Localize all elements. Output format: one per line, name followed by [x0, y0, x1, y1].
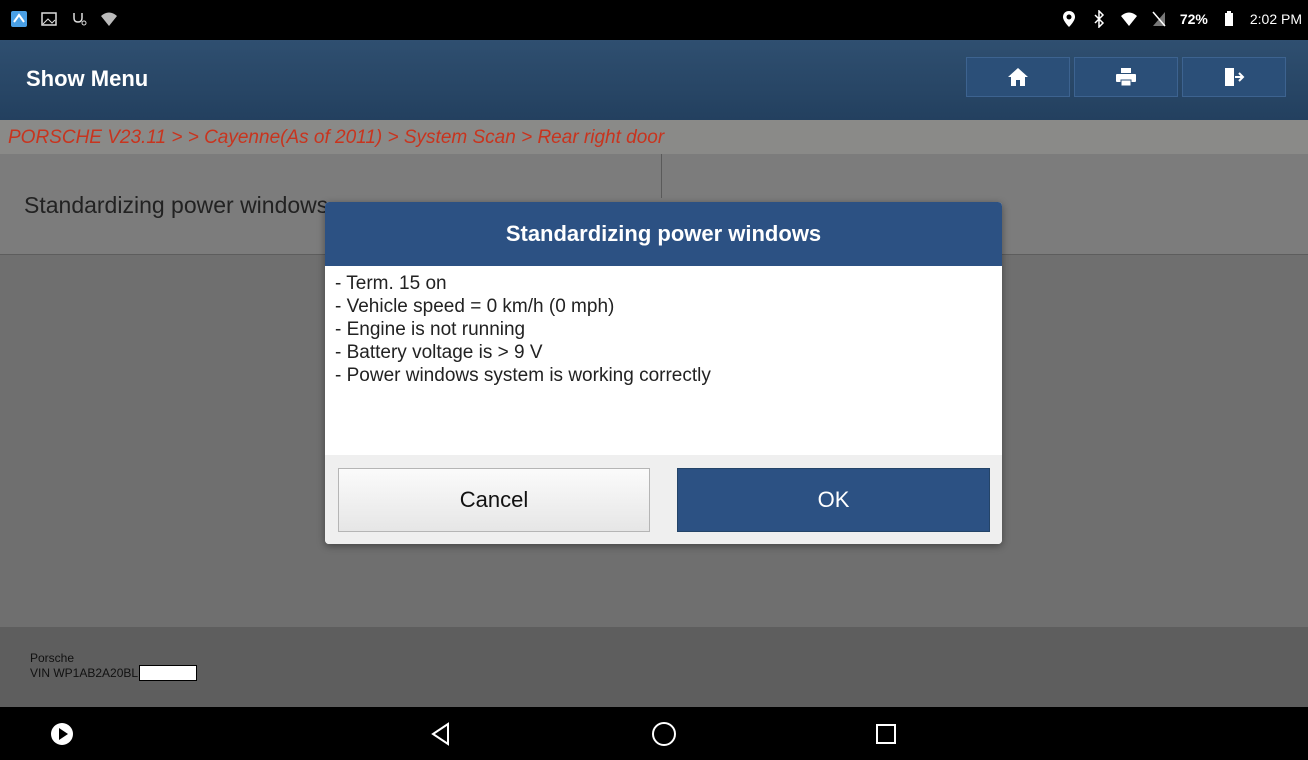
dialog-line: - Term. 15 on: [335, 273, 447, 294]
dialog-line: - Battery voltage is > 9 V: [335, 342, 543, 363]
show-menu-title[interactable]: Show Menu: [26, 66, 148, 92]
dialog-line: - Vehicle speed = 0 km/h (0 mph): [335, 296, 615, 317]
dialog-title: Standardizing power windows: [325, 202, 1002, 266]
app-shortcut-button[interactable]: [49, 721, 75, 747]
recents-button[interactable]: [873, 721, 899, 747]
dialog-line: - Engine is not running: [335, 319, 526, 340]
dialog-actions: Cancel OK: [325, 455, 1002, 544]
location-icon: [1060, 10, 1078, 28]
image-icon: [40, 10, 58, 28]
vin-text: VIN WP1AB2A20BL: [30, 666, 139, 680]
home-nav-button[interactable]: [651, 721, 677, 747]
exit-button[interactable]: [1182, 57, 1286, 97]
back-icon: [431, 722, 449, 746]
vehicle-info-footer: Porsche VIN WP1AB2A20BL: [0, 627, 1308, 707]
ok-button[interactable]: OK: [677, 468, 990, 532]
wifi-icon: [1120, 10, 1138, 28]
play-circle-icon: [51, 723, 73, 745]
dialog-message: - Term. 15 on - Vehicle speed = 0 km/h (…: [335, 272, 995, 387]
cancel-button[interactable]: Cancel: [338, 468, 650, 532]
back-button[interactable]: [428, 721, 454, 747]
battery-icon: [1220, 10, 1238, 28]
clock: 2:02 PM: [1249, 11, 1302, 27]
bluetooth-icon: [1090, 10, 1108, 28]
home-button[interactable]: [966, 57, 1070, 97]
print-button[interactable]: [1074, 57, 1178, 97]
recents-square-icon: [876, 724, 896, 744]
wifi-question-icon: [100, 10, 118, 28]
dialog-line: - Power windows system is working correc…: [335, 365, 711, 386]
confirm-dialog: Standardizing power windows - Term. 15 o…: [325, 202, 1002, 544]
vin-redaction: [139, 665, 198, 681]
launcher-icon: [10, 10, 28, 28]
home-icon: [1008, 68, 1028, 86]
breadcrumb: PORSCHE V23.11 > > Cayenne(As of 2011) >…: [0, 120, 1308, 154]
breadcrumb-text: PORSCHE V23.11 > > Cayenne(As of 2011) >…: [8, 127, 665, 148]
vehicle-make: Porsche: [30, 651, 75, 665]
app-header: Show Menu: [0, 40, 1308, 120]
print-icon: [1116, 68, 1136, 87]
exit-icon: [1225, 68, 1245, 86]
stethoscope-icon: [70, 10, 88, 28]
battery-percent: 72%: [1179, 11, 1208, 27]
home-circle-icon: [652, 722, 676, 746]
status-bar: 72% 2:02 PM: [0, 0, 1308, 40]
navigation-bar: [0, 707, 1308, 760]
no-sim-icon: [1150, 10, 1168, 28]
vehicle-vin: VIN WP1AB2A20BL: [30, 665, 198, 681]
column-divider: [661, 154, 662, 198]
list-item-label: Standardizing power windows: [24, 192, 329, 218]
